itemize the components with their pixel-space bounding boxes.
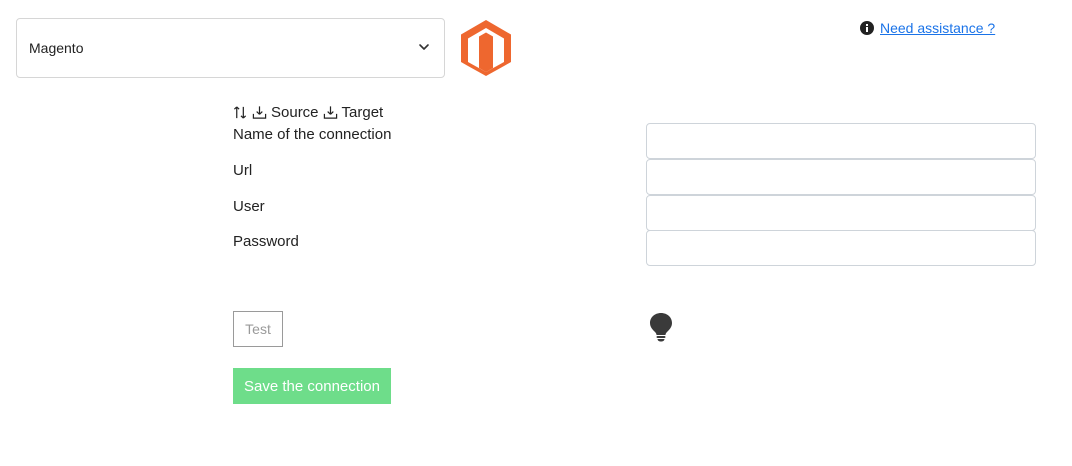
user-input[interactable] [646,195,1036,231]
test-button[interactable]: Test [233,311,283,347]
url-label: Url [233,162,253,179]
url-input[interactable] [646,159,1036,195]
chevron-down-icon [419,44,429,50]
direction-selector: Source Target [233,104,383,121]
password-label: Password [233,233,299,250]
need-assistance-link[interactable]: Need assistance ? [880,20,995,36]
download-icon[interactable] [323,105,338,120]
source-label[interactable]: Source [271,104,319,121]
connector-select-value: Magento [29,40,84,56]
download-icon[interactable] [252,105,267,120]
target-label[interactable]: Target [342,104,384,121]
lightbulb-icon [650,313,672,342]
swap-vertical-icon[interactable] [233,105,248,120]
user-label: User [233,198,265,215]
connection-name-input[interactable] [646,123,1036,159]
magento-logo-icon [461,20,511,76]
connector-select[interactable]: Magento [16,18,445,78]
info-circle-icon [860,21,874,35]
connection-name-label: Name of the connection [233,126,392,143]
password-input[interactable] [646,230,1036,266]
help-link[interactable]: Need assistance ? [860,20,995,36]
save-connection-button[interactable]: Save the connection [233,368,391,404]
